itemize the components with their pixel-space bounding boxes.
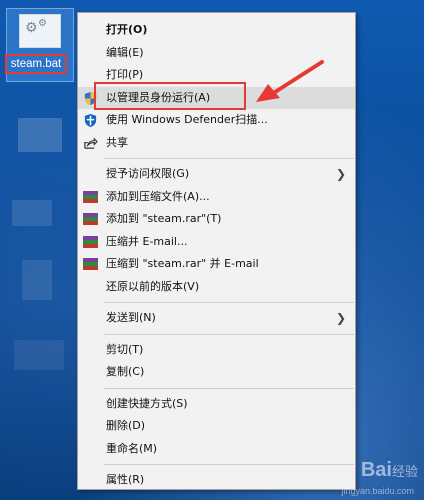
- menu-item-label: 添加到压缩文件(A)...: [106, 189, 210, 203]
- menu-item-create-shortcut[interactable]: 创建快捷方式(S): [78, 393, 355, 416]
- menu-item-grant-access[interactable]: 授予访问权限(G) ❯: [78, 163, 355, 186]
- menu-item-label: 剪切(T): [106, 342, 144, 356]
- blurred-desktop-item: [12, 200, 52, 226]
- menu-separator: [104, 302, 354, 303]
- submenu-arrow-icon: ❯: [335, 311, 346, 325]
- menu-item-label: 还原以前的版本(V): [106, 279, 200, 293]
- submenu-arrow-icon: ❯: [335, 167, 346, 181]
- menu-separator: [104, 158, 354, 159]
- menu-item-copy[interactable]: 复制(C): [78, 361, 355, 384]
- annotation-highlight-box: [94, 82, 246, 110]
- menu-item-label: 重命名(M): [106, 441, 158, 455]
- menu-item-compress-steam-rar-email[interactable]: 压缩到 "steam.rar" 并 E-mail: [78, 253, 355, 276]
- menu-item-label: 授予访问权限(G): [106, 167, 190, 180]
- defender-shield-icon: [84, 113, 97, 128]
- menu-item-compress-email[interactable]: 压缩并 E-mail...: [78, 231, 355, 254]
- menu-item-send-to[interactable]: 发送到(N) ❯: [78, 307, 355, 330]
- gear-icon: ⚙: [38, 18, 47, 29]
- winrar-icon: [83, 190, 98, 205]
- menu-item-label: 打开(O): [106, 23, 148, 36]
- menu-item-cut[interactable]: 剪切(T): [78, 339, 355, 362]
- menu-item-label: 压缩并 E-mail...: [106, 234, 188, 248]
- blurred-desktop-item: [14, 340, 64, 370]
- menu-separator: [104, 333, 354, 335]
- desktop-icon-label: steam.bat: [5, 54, 67, 74]
- watermark-brand: Bai: [360, 459, 392, 481]
- watermark-logo: Bai经验: [361, 459, 418, 482]
- winrar-icon: [83, 212, 98, 227]
- annotation-arrow-icon: [256, 60, 324, 102]
- menu-item-defender-scan[interactable]: 使用 Windows Defender扫描...: [78, 109, 355, 132]
- menu-item-label: 使用 Windows Defender扫描...: [106, 113, 268, 126]
- menu-item-share[interactable]: 共享: [78, 132, 355, 155]
- menu-item-add-to-archive[interactable]: 添加到压缩文件(A)...: [78, 186, 355, 209]
- menu-item-add-to-steam-rar[interactable]: 添加到 "steam.rar"(T): [78, 208, 355, 231]
- menu-item-properties[interactable]: 属性(R): [78, 469, 355, 492]
- menu-item-label: 创建快捷方式(S): [106, 396, 188, 410]
- menu-separator: [104, 464, 354, 465]
- watermark-brand-suffix: 经验: [391, 464, 418, 479]
- menu-item-open[interactable]: 打开(O): [78, 19, 355, 42]
- menu-item-label: 属性(R): [106, 473, 145, 486]
- file-thumbnail: ⚙ ⚙: [19, 14, 61, 48]
- menu-item-delete[interactable]: 删除(D): [78, 415, 355, 438]
- menu-item-label: 复制(C): [106, 365, 145, 378]
- menu-item-rename[interactable]: 重命名(M): [78, 438, 355, 461]
- menu-item-label: 编辑(E): [106, 45, 144, 59]
- menu-item-label: 删除(D): [106, 419, 146, 432]
- blurred-desktop-item: [22, 260, 52, 300]
- menu-item-label: 添加到 "steam.rar"(T): [106, 212, 222, 225]
- menu-item-label: 打印(P): [106, 68, 144, 81]
- blurred-desktop-item: [18, 118, 62, 152]
- menu-separator: [104, 387, 354, 389]
- share-icon: [84, 136, 98, 149]
- winrar-icon: [83, 235, 98, 250]
- gear-icon: ⚙: [25, 20, 38, 36]
- menu-item-restore-previous[interactable]: 还原以前的版本(V): [78, 276, 355, 299]
- menu-item-label: 压缩到 "steam.rar" 并 E-mail: [106, 257, 259, 270]
- menu-item-label: 共享: [106, 135, 128, 149]
- winrar-icon: [83, 257, 98, 272]
- menu-item-label: 发送到(N): [106, 311, 156, 324]
- watermark-url: jingyan.baidu.com: [341, 486, 414, 496]
